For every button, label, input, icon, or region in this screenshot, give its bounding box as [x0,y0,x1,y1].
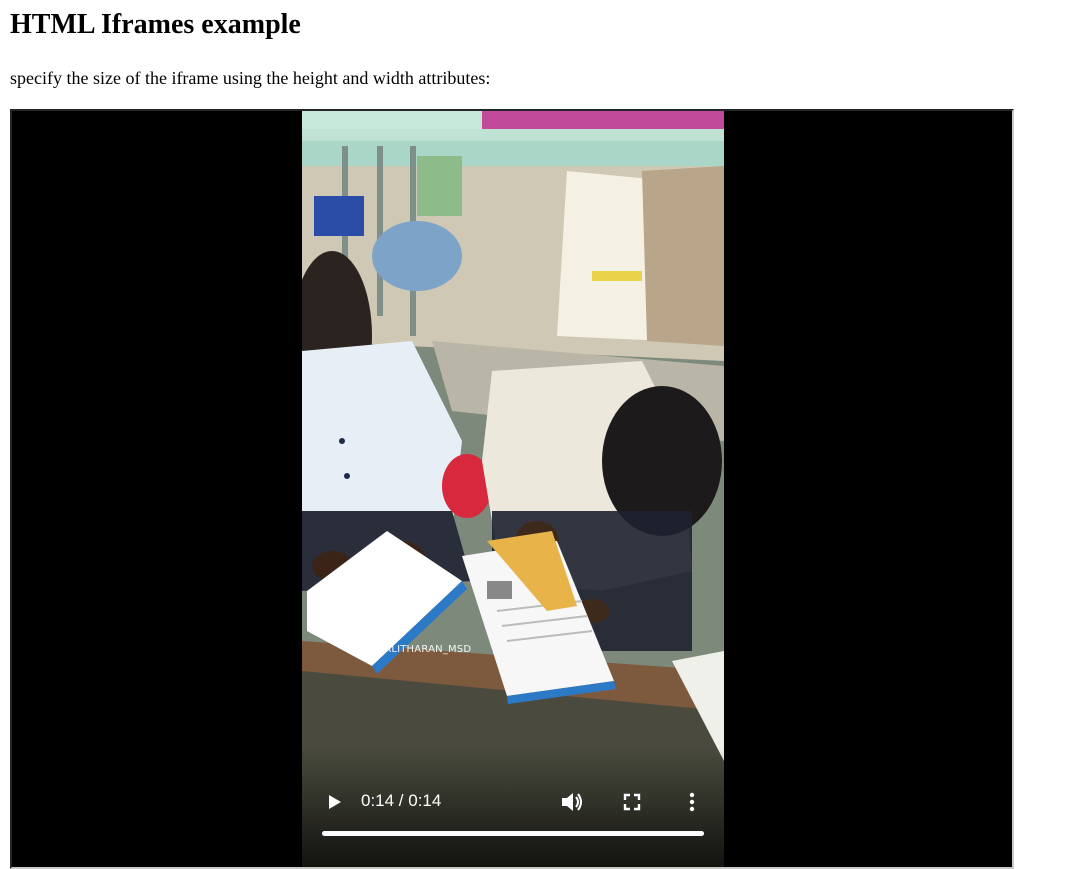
video-player[interactable]: @MURALITHARAN_MSD 0:14 / 0:14 [302,111,724,867]
volume-icon [562,793,582,811]
time-display: 0:14 / 0:14 [361,791,442,810]
play-button[interactable] [327,793,343,811]
progress-bar[interactable] [322,831,704,836]
instagram-icon [351,607,371,627]
iframe-embed[interactable]: @MURALITHARAN_MSD 0:14 / 0:14 [10,109,1014,869]
page-description: specify the size of the iframe using the… [10,68,491,88]
page-heading: HTML Iframes example [10,9,301,40]
video-watermark: @MURALITHARAN_MSD [351,644,472,655]
more-options-button[interactable] [686,791,698,813]
fullscreen-icon [623,793,641,811]
fullscreen-button[interactable] [623,793,641,811]
more-vertical-icon [689,792,695,812]
volume-button[interactable] [560,791,584,813]
progress-fill [322,831,704,836]
